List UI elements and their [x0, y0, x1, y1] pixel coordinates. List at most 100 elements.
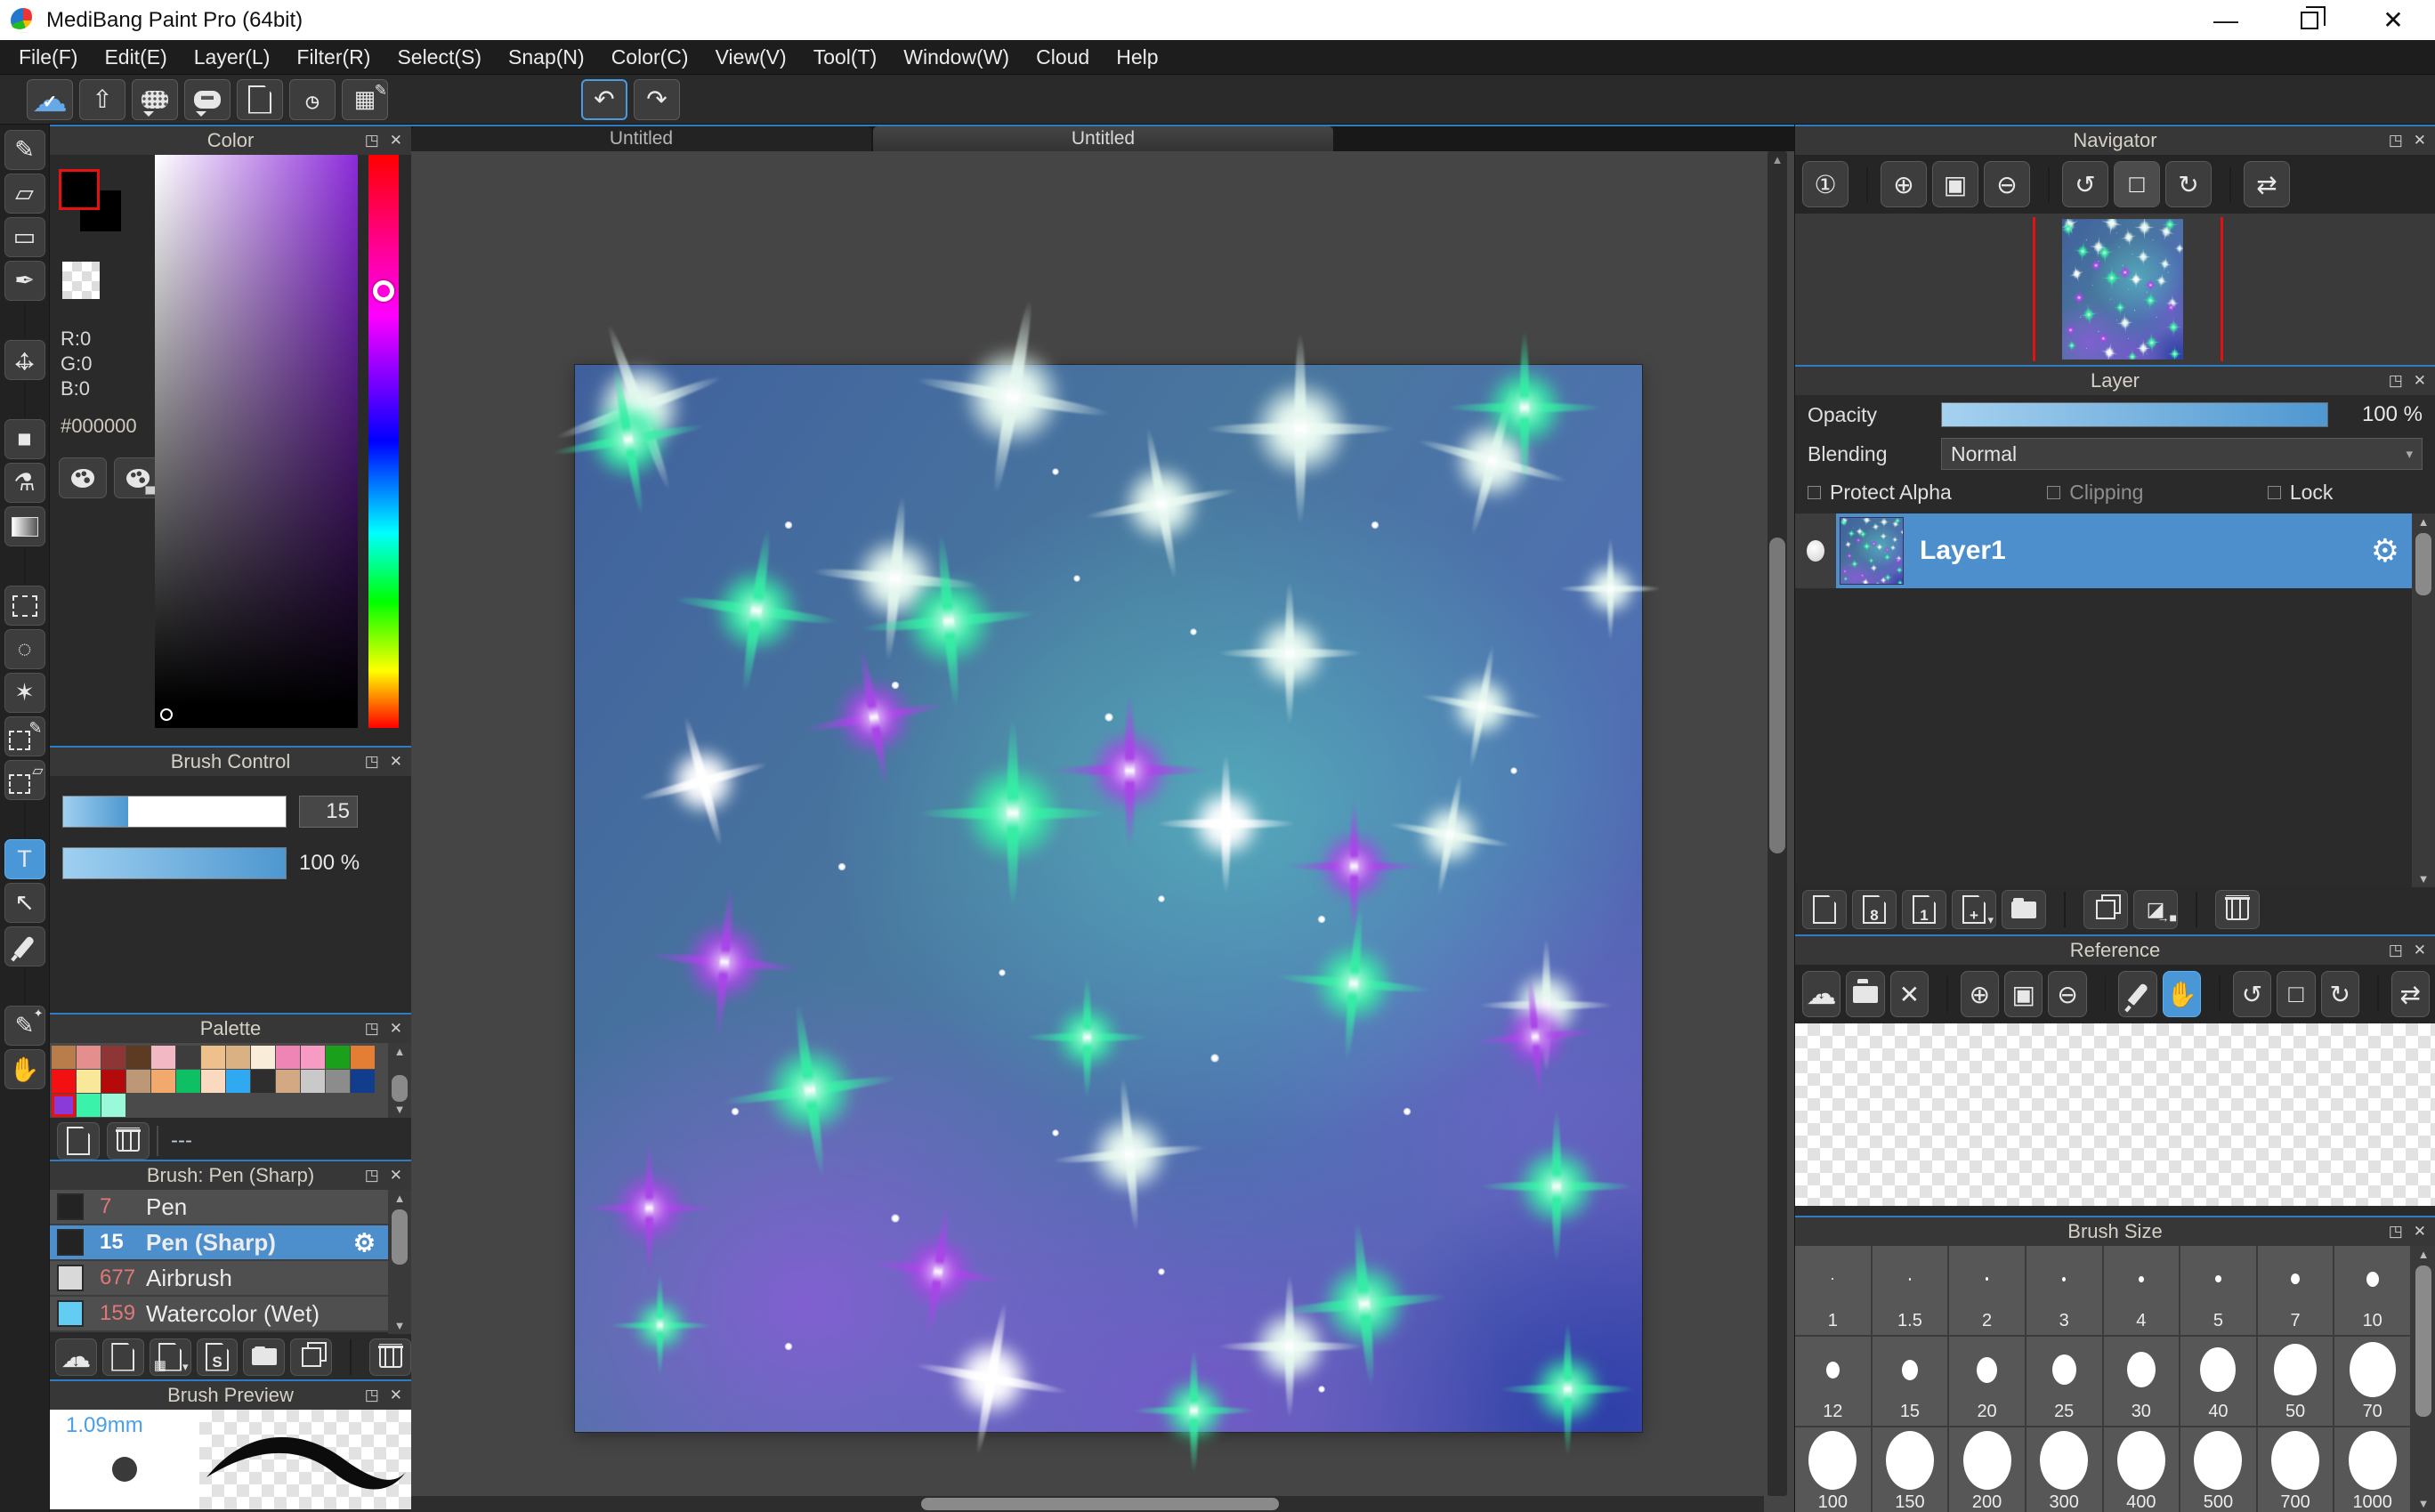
comment-dotted-button[interactable]	[132, 79, 178, 120]
close-icon[interactable]: ✕	[2414, 1223, 2426, 1241]
palette-delete-color-button[interactable]	[107, 1122, 150, 1160]
menu-item[interactable]: Select(S)	[384, 44, 495, 71]
menu-item[interactable]: File(F)	[5, 44, 91, 71]
brush-list-scrollbar[interactable]: ▲▼	[388, 1190, 411, 1334]
foreground-color-swatch[interactable]	[59, 169, 100, 210]
history-button[interactable]: ◷	[289, 79, 336, 120]
brush-size-option[interactable]: 1	[1795, 1246, 1871, 1335]
menu-item[interactable]: Snap(N)	[495, 44, 598, 71]
protect-alpha-checkbox[interactable]: Protect Alpha	[1808, 481, 2040, 505]
brush-add-bitmap-button[interactable]: ▾	[150, 1338, 191, 1376]
menu-item[interactable]: Filter(R)	[283, 44, 384, 71]
rotate-right-button[interactable]: ↻	[2165, 161, 2212, 207]
magic-wand-tool[interactable]: ✶	[4, 673, 45, 713]
palette-swatch[interactable]	[251, 1070, 275, 1093]
brush-opacity-slider[interactable]	[62, 847, 287, 879]
brush-add-script-button[interactable]: S	[197, 1338, 239, 1376]
navigator-preview[interactable]	[1795, 214, 2435, 365]
palette-swatch[interactable]	[101, 1094, 125, 1117]
palette-swatch[interactable]	[276, 1070, 300, 1093]
sv-cursor[interactable]	[160, 708, 173, 721]
brush-size-option[interactable]: 300	[2026, 1427, 2102, 1512]
material-edit-button[interactable]	[342, 79, 388, 120]
palette-swatch[interactable]	[226, 1070, 250, 1093]
brush-size-option[interactable]: 4	[2104, 1246, 2180, 1335]
popout-icon[interactable]: ◳	[365, 1167, 379, 1185]
menu-item[interactable]: Edit(E)	[91, 44, 180, 71]
zoom-in-button[interactable]: ⊕	[1881, 161, 1927, 207]
panel-divide-tool[interactable]	[4, 1006, 45, 1046]
close-icon[interactable]: ✕	[390, 1020, 402, 1038]
palette-swatch[interactable]	[151, 1046, 175, 1069]
palette-swatch[interactable]	[77, 1094, 101, 1117]
menu-item[interactable]: Tool(T)	[800, 44, 891, 71]
palette-swatch[interactable]	[126, 1070, 150, 1093]
palette-swatch[interactable]	[77, 1070, 101, 1093]
popout-icon[interactable]: ◳	[2389, 132, 2403, 150]
layer-list-item[interactable]: Layer1 ⚙	[1795, 513, 2412, 588]
flip-horizontal-button[interactable]: ⇄	[2244, 161, 2290, 207]
blending-select[interactable]: Normal ▾	[1941, 438, 2423, 470]
bucket-tool[interactable]: ⚗	[4, 463, 45, 503]
popout-icon[interactable]: ◳	[365, 753, 379, 771]
brush-list-item[interactable]: 7 Pen	[50, 1190, 388, 1225]
lock-checkbox[interactable]: Lock	[2268, 481, 2423, 505]
brush-size-option[interactable]: 1000	[2334, 1427, 2410, 1512]
select-rect-tool[interactable]	[4, 586, 45, 626]
popout-icon[interactable]: ◳	[2389, 372, 2403, 390]
hue-cursor[interactable]	[373, 280, 394, 302]
restore-button[interactable]	[2268, 0, 2351, 40]
brush-size-option[interactable]: 1.5	[1873, 1246, 1948, 1335]
palette-swatch[interactable]	[226, 1046, 250, 1069]
hue-slider[interactable]	[368, 155, 399, 728]
reference-hand-button[interactable]: ✋	[2163, 971, 2201, 1017]
brush-size-option[interactable]: 2	[1949, 1246, 2025, 1335]
reference-reset-rotation-button[interactable]: □	[2277, 971, 2315, 1017]
reference-canvas[interactable]	[1795, 1023, 2435, 1206]
clipping-checkbox[interactable]: Clipping	[2047, 481, 2261, 505]
layer-list-scrollbar[interactable]: ▲▼	[2412, 513, 2435, 887]
rectangle-tool[interactable]: ▭	[4, 217, 45, 257]
brush-list-item[interactable]: 159 Watercolor (Wet)	[50, 1297, 388, 1332]
saturation-value-picker[interactable]	[155, 155, 358, 728]
reference-fit-button[interactable]: ▣	[2004, 971, 2043, 1017]
menu-item[interactable]: Cloud	[1023, 44, 1103, 71]
brush-size-value[interactable]: 15	[299, 796, 358, 828]
palette-scrollbar[interactable]: ▲▼	[388, 1043, 411, 1118]
brush-size-option[interactable]: 20	[1949, 1337, 2025, 1426]
popout-icon[interactable]: ◳	[2389, 942, 2403, 959]
layer-opacity-slider[interactable]	[1941, 402, 2328, 427]
text-tool[interactable]: T	[4, 839, 45, 879]
brush-size-option[interactable]: 40	[2180, 1337, 2256, 1426]
transparent-color-swatch[interactable]	[62, 262, 100, 299]
palette-swatch[interactable]	[52, 1094, 76, 1117]
palette-swatch[interactable]	[326, 1046, 350, 1069]
brush-list-item[interactable]: 15 Pen (Sharp) ⚙	[50, 1225, 388, 1261]
palette-swatch[interactable]	[176, 1070, 200, 1093]
brush-size-option[interactable]: 30	[2104, 1337, 2180, 1426]
reset-rotation-button[interactable]: □	[2114, 161, 2160, 207]
palette-swatch[interactable]	[276, 1046, 300, 1069]
document-tab[interactable]: Untitled	[411, 126, 871, 151]
palette-swatch[interactable]	[126, 1046, 150, 1069]
palette-swatch[interactable]	[201, 1070, 225, 1093]
eraser-tool[interactable]: ▱	[4, 174, 45, 214]
close-icon[interactable]: ✕	[390, 1387, 402, 1404]
close-icon[interactable]: ✕	[2414, 942, 2426, 959]
canvas-vertical-scrollbar[interactable]: ▲	[1768, 151, 1787, 1496]
brush-size-option[interactable]: 700	[2258, 1427, 2334, 1512]
delete-layer-button[interactable]	[2215, 890, 2260, 929]
layer-visibility-toggle[interactable]	[1795, 513, 1836, 588]
gear-icon[interactable]: ⚙	[2371, 532, 2412, 570]
brush-size-option[interactable]: 70	[2334, 1337, 2410, 1426]
move-tool[interactable]	[4, 340, 45, 380]
popout-icon[interactable]: ◳	[365, 132, 379, 150]
gear-icon[interactable]: ⚙	[353, 1228, 388, 1257]
palette-add-color-button[interactable]	[57, 1122, 100, 1160]
brush-size-option[interactable]: 150	[1873, 1427, 1948, 1512]
palette-swatch[interactable]	[101, 1070, 125, 1093]
close-icon[interactable]: ✕	[390, 1167, 402, 1185]
reference-rotate-left-button[interactable]: ↺	[2233, 971, 2271, 1017]
palette-swatch[interactable]	[251, 1046, 275, 1069]
reference-zoom-out-button[interactable]: ⊖	[2048, 971, 2086, 1017]
